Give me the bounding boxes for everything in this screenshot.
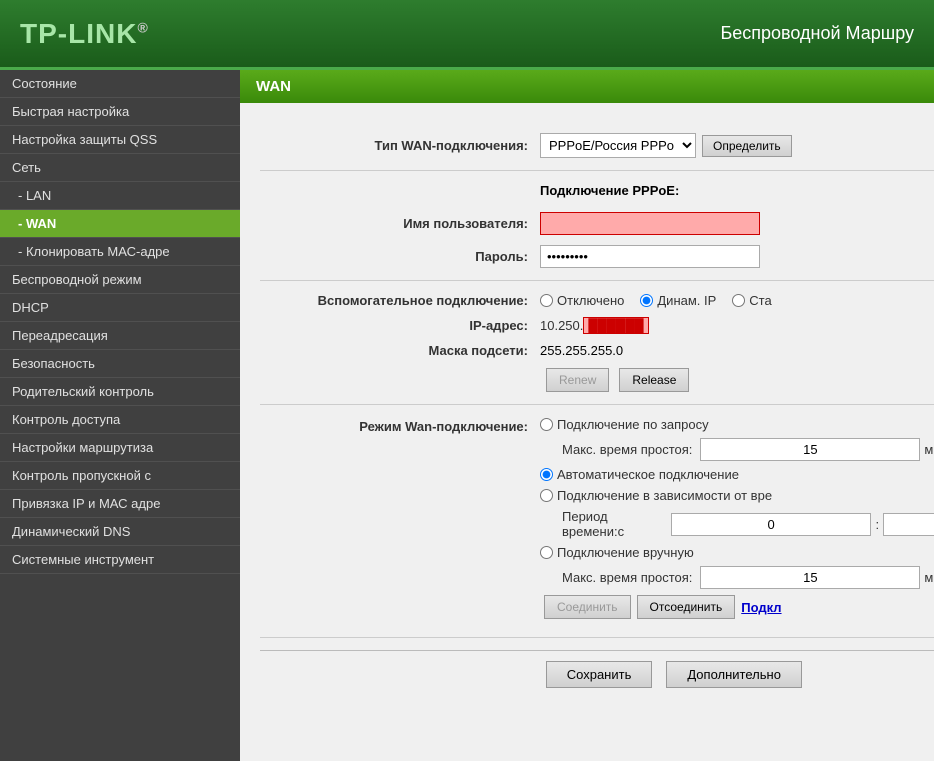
- pppoe-label-control: Подключение PPPoE:: [540, 183, 934, 202]
- radio-on-demand[interactable]: Подключение по запросу: [540, 417, 709, 432]
- sidebar-item-quick-setup[interactable]: Быстрая настройка: [0, 98, 240, 126]
- mode-label: Режим Wan-подключение:: [260, 417, 540, 434]
- subnet-control: 255.255.255.0: [540, 343, 934, 358]
- sidebar-item-tools[interactable]: Системные инструмент: [0, 546, 240, 574]
- save-button[interactable]: Сохранить: [546, 661, 653, 688]
- bottom-buttons: Сохранить Дополнительно: [260, 650, 934, 698]
- radio-dynamic[interactable]: Динам. IP: [640, 293, 716, 308]
- header: TP-LINK® Беспроводной Маршру: [0, 0, 934, 70]
- main-layout: СостояниеБыстрая настройкаНастройка защи…: [0, 70, 934, 761]
- sidebar-item-network[interactable]: Сеть: [0, 154, 240, 182]
- separator1: [260, 170, 934, 171]
- secondary-row: Вспомогательное подключение: Отключено Д…: [260, 293, 934, 308]
- sidebar-item-access[interactable]: Контроль доступа: [0, 406, 240, 434]
- username-control: [540, 212, 934, 235]
- sidebar-item-dhcp[interactable]: DHCP: [0, 294, 240, 322]
- on-demand-time-input[interactable]: [700, 438, 920, 461]
- pppoe-label: Подключение PPPoE:: [540, 183, 679, 198]
- mode-row: Режим Wan-подключение: Подключение по за…: [260, 417, 934, 625]
- mode-on-demand-row: Подключение по запросу: [540, 417, 934, 432]
- more-link[interactable]: Подкл: [741, 600, 781, 615]
- sidebar-item-ddns[interactable]: Динамический DNS: [0, 518, 240, 546]
- subnet-value: 255.255.255.0: [540, 343, 623, 358]
- disconnect-button[interactable]: Отсоединить: [637, 595, 736, 619]
- password-row: Пароль:: [260, 245, 934, 268]
- mode-auto-row: Автоматическое подключение: [540, 467, 934, 482]
- mode-time-row: Подключение в зависимости от вре: [540, 488, 934, 503]
- mode-manual-row: Подключение вручную: [540, 545, 934, 560]
- radio-static-input[interactable]: [732, 294, 745, 307]
- sidebar-item-bandwidth[interactable]: Контроль пропускной с: [0, 462, 240, 490]
- sidebar-item-wan[interactable]: - WAN: [0, 210, 240, 238]
- radio-off-input[interactable]: [540, 294, 553, 307]
- secondary-radio-group: Отключено Динам. IP Ста: [540, 293, 772, 308]
- radio-time[interactable]: Подключение в зависимости от вре: [540, 488, 772, 503]
- radio-dynamic-input[interactable]: [640, 294, 653, 307]
- mode-on-demand-sub: Макс. время простоя: мину: [562, 438, 934, 461]
- sidebar-item-security[interactable]: Безопасность: [0, 350, 240, 378]
- advanced-button[interactable]: Дополнительно: [666, 661, 802, 688]
- secondary-label: Вспомогательное подключение:: [260, 293, 540, 308]
- sidebar-item-parental[interactable]: Родительский контроль: [0, 378, 240, 406]
- radio-manual-input[interactable]: [540, 546, 553, 559]
- wan-type-select[interactable]: PPPoE/Россия PPPo: [540, 133, 696, 158]
- radio-time-input[interactable]: [540, 489, 553, 502]
- time-from-input[interactable]: [671, 513, 872, 536]
- sidebar-item-forwarding[interactable]: Переадресация: [0, 322, 240, 350]
- radio-auto-input[interactable]: [540, 468, 553, 481]
- release-button[interactable]: Release: [619, 368, 689, 392]
- connect-buttons-row: Соединить Отсоединить Подкл: [540, 595, 934, 619]
- mode-manual-sub: Макс. время простоя: мину: [562, 566, 934, 589]
- password-label: Пароль:: [260, 249, 540, 264]
- radio-off[interactable]: Отключено: [540, 293, 624, 308]
- sidebar-item-routing[interactable]: Настройки маршрутиза: [0, 434, 240, 462]
- section-header: WAN: [240, 70, 934, 103]
- manual-time-input[interactable]: [700, 566, 920, 589]
- wan-type-row: Тип WAN-подключения: PPPoE/Россия PPPo О…: [260, 133, 934, 158]
- renew-release-buttons: Renew Release: [542, 368, 689, 392]
- radio-on-demand-input[interactable]: [540, 418, 553, 431]
- sidebar-item-wireless[interactable]: Беспроводной режим: [0, 266, 240, 294]
- ip-row: IP-адрес: 10.250.██████: [260, 318, 934, 333]
- sidebar-item-qss[interactable]: Настройка защиты QSS: [0, 126, 240, 154]
- sidebar-item-ip-mac[interactable]: Привязка IP и МАС адре: [0, 490, 240, 518]
- logo: TP-LINK®: [20, 18, 149, 50]
- ip-control: 10.250.██████: [540, 318, 934, 333]
- password-control: [540, 245, 934, 268]
- renew-button[interactable]: Renew: [546, 368, 609, 392]
- subnet-row: Маска подсети: 255.255.255.0: [260, 343, 934, 358]
- wan-type-label: Тип WAN-подключения:: [260, 138, 540, 153]
- mode-options: Подключение по запросу Макс. время прост…: [540, 417, 934, 625]
- sidebar-item-status[interactable]: Состояние: [0, 70, 240, 98]
- renew-release-control: Renew Release: [540, 368, 934, 392]
- logo-trademark: ®: [137, 19, 148, 35]
- sidebar: СостояниеБыстрая настройкаНастройка защи…: [0, 70, 240, 761]
- secondary-control: Отключено Динам. IP Ста: [540, 293, 934, 308]
- separator4: [260, 637, 934, 638]
- time-to-input[interactable]: [883, 513, 934, 536]
- connect-button[interactable]: Соединить: [544, 595, 631, 619]
- username-label: Имя пользователя:: [260, 216, 540, 231]
- separator2: [260, 280, 934, 281]
- ip-label: IP-адрес:: [260, 318, 540, 333]
- radio-auto[interactable]: Автоматическое подключение: [540, 467, 739, 482]
- separator3: [260, 404, 934, 405]
- username-input[interactable]: [540, 212, 760, 235]
- password-input[interactable]: [540, 245, 760, 268]
- renew-release-row: Renew Release: [260, 368, 934, 392]
- form-area: Тип WAN-подключения: PPPoE/Россия PPPo О…: [240, 123, 934, 718]
- radio-static[interactable]: Ста: [732, 293, 771, 308]
- mode-time-sub: Период времени:с :: [562, 509, 934, 539]
- username-row: Имя пользователя:: [260, 212, 934, 235]
- ip-value: 10.250.██████: [540, 318, 649, 333]
- pppoe-row: Подключение PPPoE:: [260, 183, 934, 202]
- sidebar-item-mac-clone[interactable]: - Клонировать МАС-адре: [0, 238, 240, 266]
- subnet-label: Маска подсети:: [260, 343, 540, 358]
- content-area: WAN Тип WAN-подключения: PPPoE/Россия PP…: [240, 70, 934, 761]
- sidebar-item-lan[interactable]: - LAN: [0, 182, 240, 210]
- determine-button[interactable]: Определить: [702, 135, 792, 157]
- header-title: Беспроводной Маршру: [720, 23, 914, 44]
- wan-type-control: PPPoE/Россия PPPo Определить: [540, 133, 934, 158]
- radio-manual[interactable]: Подключение вручную: [540, 545, 694, 560]
